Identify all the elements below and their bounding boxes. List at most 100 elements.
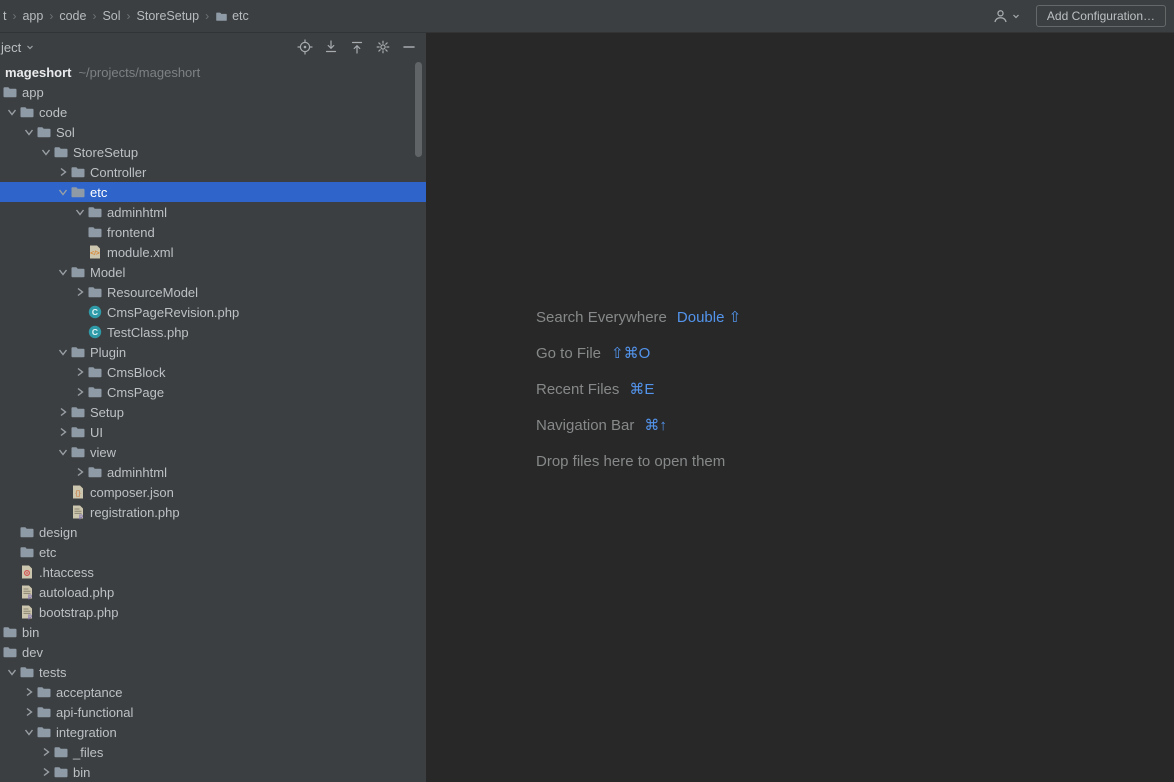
tree-item-label: mageshort <box>5 64 72 80</box>
project-panel-title-dropdown[interactable]: ject <box>0 40 34 55</box>
chevron-collapsed-icon[interactable] <box>72 366 87 378</box>
tree-item-UI[interactable]: UI <box>0 422 426 442</box>
shortcut-hint-row: Navigation Bar ⌘↑ <box>536 407 741 443</box>
tree-item-label: _files <box>73 744 104 760</box>
php-file-icon: p <box>70 504 86 520</box>
svg-text:p: p <box>28 613 32 620</box>
panel-title-text: ject <box>1 39 22 55</box>
tree-item-bin[interactable]: bin <box>0 762 426 782</box>
topbar-right: Add Configuration… <box>992 5 1166 27</box>
tree-item-StoreSetup[interactable]: StoreSetup <box>0 142 426 162</box>
tree-item-CmsPageRevision.php[interactable]: C CmsPageRevision.php <box>0 302 426 322</box>
chevron-expanded-icon[interactable] <box>38 146 53 158</box>
collapse-all-icon[interactable] <box>318 35 344 59</box>
tree-item-frontend[interactable]: frontend <box>0 222 426 242</box>
breadcrumb-separator: › <box>126 9 131 23</box>
chevron-collapsed-icon[interactable] <box>72 466 87 478</box>
chevron-expanded-icon[interactable] <box>4 666 19 678</box>
chevron-collapsed-icon[interactable] <box>21 706 36 718</box>
chevron-collapsed-icon[interactable] <box>55 166 70 178</box>
locate-icon[interactable] <box>292 35 318 59</box>
tree-item-ResourceModel[interactable]: ResourceModel <box>0 282 426 302</box>
tree-item-design[interactable]: design <box>0 522 426 542</box>
scrollbar-thumb[interactable] <box>415 62 422 157</box>
breadcrumb-item-StoreSetup[interactable]: StoreSetup <box>134 7 203 25</box>
tree-item-code[interactable]: code <box>0 102 426 122</box>
tree-item-etc[interactable]: etc <box>0 182 426 202</box>
hide-panel-icon[interactable] <box>396 35 422 59</box>
folder-icon <box>70 264 86 280</box>
chevron-collapsed-icon[interactable] <box>72 386 87 398</box>
tree-item-registration.php[interactable]: p registration.php <box>0 502 426 522</box>
folder-icon <box>2 644 18 660</box>
chevron-expanded-icon[interactable] <box>55 186 70 198</box>
chevron-expanded-icon[interactable] <box>55 446 70 458</box>
tree-item-TestClass.php[interactable]: C TestClass.php <box>0 322 426 342</box>
breadcrumb-item-t[interactable]: t <box>0 7 9 25</box>
folder-icon <box>87 364 103 380</box>
svg-text:C: C <box>92 307 98 317</box>
add-configuration-button[interactable]: Add Configuration… <box>1035 5 1166 27</box>
chevron-expanded-icon[interactable] <box>21 726 36 738</box>
chevron-expanded-icon[interactable] <box>55 266 70 278</box>
chevron-expanded-icon[interactable] <box>4 106 19 118</box>
tree-item-etc[interactable]: etc <box>0 542 426 562</box>
tree-item-autoload.php[interactable]: p autoload.php <box>0 582 426 602</box>
chevron-collapsed-icon[interactable] <box>21 686 36 698</box>
tree-item-.htaccess[interactable]: .htaccess <box>0 562 426 582</box>
folder-icon <box>70 424 86 440</box>
breadcrumb-item-code[interactable]: code <box>56 7 89 25</box>
tree-item-acceptance[interactable]: acceptance <box>0 682 426 702</box>
shortcut-hint-keys: ⇧⌘O <box>611 345 651 362</box>
tree-item-app[interactable]: app <box>0 82 426 102</box>
tree-item-label: api-functional <box>56 704 134 720</box>
chevron-expanded-icon[interactable] <box>21 126 36 138</box>
tree-item-label: bootstrap.php <box>39 604 119 620</box>
tree-item-Setup[interactable]: Setup <box>0 402 426 422</box>
tree-item-dev[interactable]: dev <box>0 642 426 662</box>
expand-all-icon[interactable] <box>344 35 370 59</box>
tree-item-view[interactable]: view <box>0 442 426 462</box>
project-tree: mageshort ~/projects/mageshort app code Sol S… <box>0 61 426 782</box>
tree-item-CmsBlock[interactable]: CmsBlock <box>0 362 426 382</box>
php-class-file-icon: C <box>87 324 103 340</box>
chevron-down-icon <box>1012 14 1019 19</box>
chevron-collapsed-icon[interactable] <box>38 746 53 758</box>
user-dropdown[interactable] <box>992 8 1020 25</box>
php-file-icon: p <box>19 584 35 600</box>
chevron-collapsed-icon[interactable] <box>55 426 70 438</box>
tree-item-module.xml[interactable]: </> module.xml <box>0 242 426 262</box>
chevron-collapsed-icon[interactable] <box>55 406 70 418</box>
tree-item-mageshort[interactable]: mageshort ~/projects/mageshort <box>0 62 426 82</box>
tree-item-integration[interactable]: integration <box>0 722 426 742</box>
tree-item-bootstrap.php[interactable]: p bootstrap.php <box>0 602 426 622</box>
tree-item-composer.json[interactable]: {} composer.json <box>0 482 426 502</box>
breadcrumb-label: etc <box>232 9 249 23</box>
settings-gear-icon[interactable] <box>370 35 396 59</box>
tree-item-bin[interactable]: bin <box>0 622 426 642</box>
chevron-collapsed-icon[interactable] <box>38 766 53 778</box>
chevron-collapsed-icon[interactable] <box>72 286 87 298</box>
tree-item-Plugin[interactable]: Plugin <box>0 342 426 362</box>
chevron-expanded-icon[interactable] <box>55 346 70 358</box>
breadcrumb-item-Sol[interactable]: Sol <box>99 7 123 25</box>
tree-item-api-functional[interactable]: api-functional <box>0 702 426 722</box>
tree-item-CmsPage[interactable]: CmsPage <box>0 382 426 402</box>
tree-item-Model[interactable]: Model <box>0 262 426 282</box>
breadcrumb-item-app[interactable]: app <box>19 7 46 25</box>
tree-item-tests[interactable]: tests <box>0 662 426 682</box>
chevron-expanded-icon[interactable] <box>72 206 87 218</box>
tree-item-_files[interactable]: _files <box>0 742 426 762</box>
tree-item-Controller[interactable]: Controller <box>0 162 426 182</box>
panel-toolbar <box>292 35 422 59</box>
tree-item-label: CmsPage <box>107 384 165 400</box>
tree-item-label: CmsBlock <box>107 364 166 380</box>
folder-icon <box>36 684 52 700</box>
editor-area: Search Everywhere Double ⇧ Go to File ⇧⌘O Re… <box>426 33 1174 782</box>
tree-item-Sol[interactable]: Sol <box>0 122 426 142</box>
tree-item-adminhtml[interactable]: adminhtml <box>0 462 426 482</box>
breadcrumb-item-etc[interactable]: etc <box>212 7 252 25</box>
main-content: ject mageshort ~/projects/mageshort app cod… <box>0 33 1174 782</box>
tree-item-adminhtml[interactable]: adminhtml <box>0 202 426 222</box>
tree-item-label: adminhtml <box>107 204 167 220</box>
